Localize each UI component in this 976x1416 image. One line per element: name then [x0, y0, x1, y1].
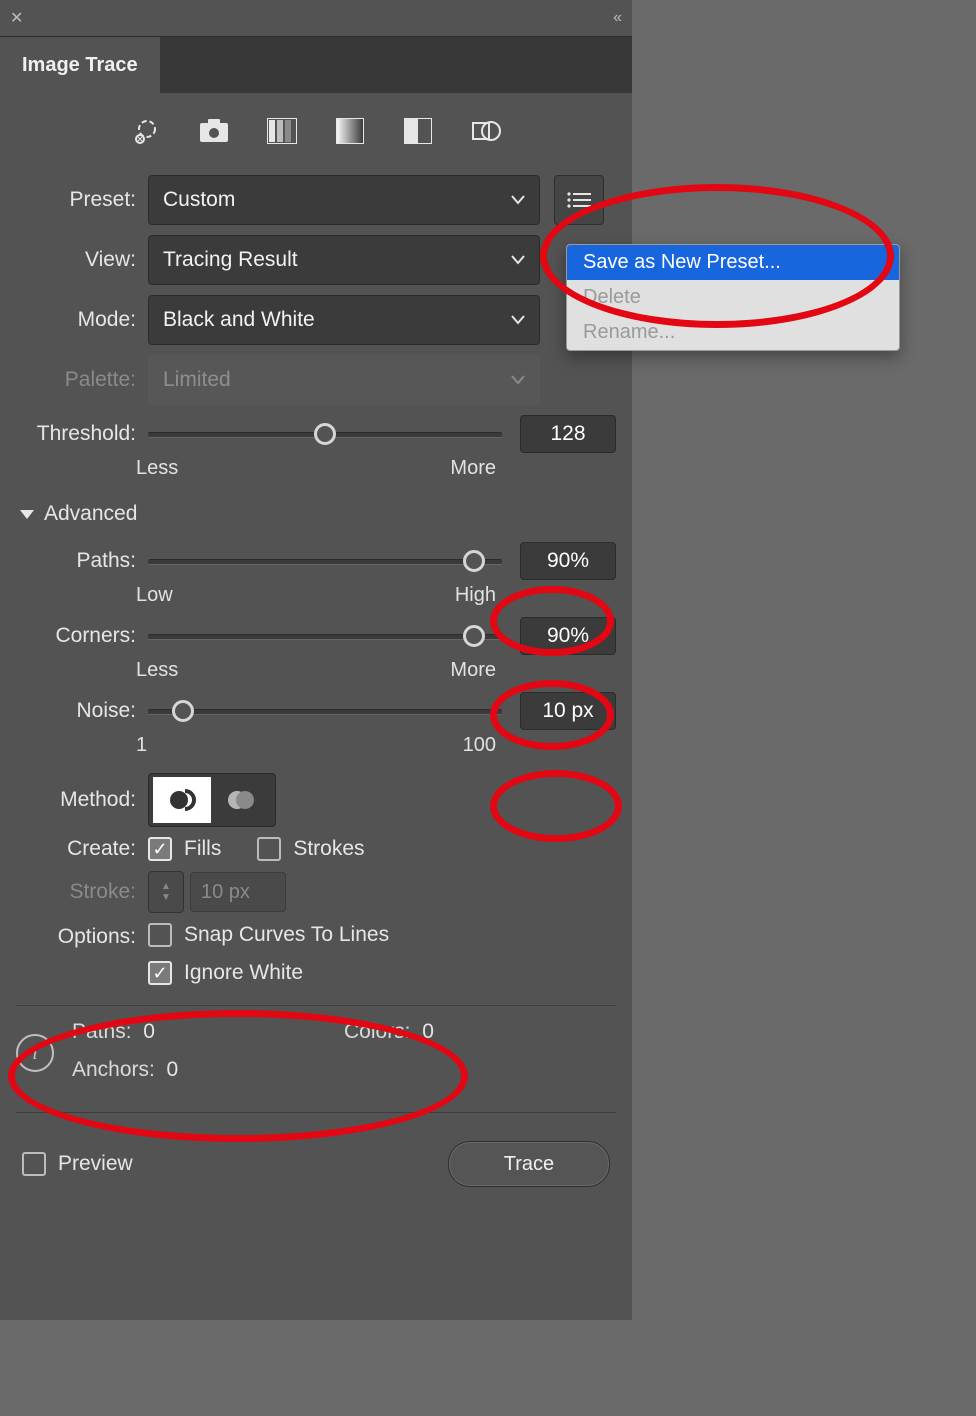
panel-titlebar: ✕ « [0, 0, 632, 36]
corners-label: Corners: [0, 624, 148, 648]
snap-curves-checkbox[interactable] [148, 923, 172, 947]
menu-rename: Rename... [567, 315, 899, 350]
paths-min-label: Low [136, 584, 173, 607]
info-paths-value: 0 [143, 1020, 155, 1043]
mode-select[interactable]: Black and White [148, 295, 540, 345]
options-label: Options: [0, 923, 148, 949]
fills-checkbox[interactable] [148, 837, 172, 861]
view-label: View: [0, 248, 148, 272]
auto-color-icon[interactable] [130, 115, 162, 147]
outline-icon[interactable] [470, 115, 502, 147]
fills-label: Fills [184, 837, 221, 861]
noise-label: Noise: [0, 699, 148, 723]
preview-label: Preview [58, 1152, 133, 1176]
close-icon[interactable]: ✕ [10, 8, 23, 28]
palette-label: Palette: [0, 368, 148, 392]
photo-icon[interactable] [198, 115, 230, 147]
preset-popup-menu: Save as New Preset... Delete Rename... [566, 244, 900, 351]
palette-select: Limited [148, 355, 540, 405]
info-paths-label: Paths: [72, 1020, 132, 1043]
snap-curves-label: Snap Curves To Lines [184, 923, 389, 947]
method-abutting-button[interactable] [153, 777, 211, 823]
chevron-down-icon [511, 255, 525, 265]
method-toggle [148, 773, 276, 827]
ignore-white-label: Ignore White [184, 961, 303, 985]
threshold-max-label: More [450, 457, 496, 480]
method-label: Method: [0, 788, 148, 812]
stepper-arrows-icon: ▲▼ [148, 871, 184, 913]
tab-image-trace[interactable]: Image Trace [0, 37, 160, 93]
info-icon: i [16, 1034, 54, 1072]
corners-min-label: Less [136, 659, 178, 682]
paths-label: Paths: [0, 549, 148, 573]
noise-thumb[interactable] [172, 700, 194, 722]
view-value: Tracing Result [163, 248, 298, 272]
threshold-label: Threshold: [0, 422, 148, 446]
bw-icon[interactable] [402, 115, 434, 147]
info-row: i Paths: 0 Colors: 0 Anchors: 0 [0, 1016, 632, 1092]
threshold-thumb[interactable] [314, 423, 336, 445]
corners-max-label: More [450, 659, 496, 682]
preset-value: Custom [163, 188, 235, 212]
info-anchors-value: 0 [167, 1058, 179, 1081]
mode-label: Mode: [0, 308, 148, 332]
preset-select[interactable]: Custom [148, 175, 540, 225]
chevron-down-icon [511, 195, 525, 205]
threshold-slider[interactable] [148, 422, 502, 446]
noise-value[interactable]: 10 px [520, 692, 616, 730]
gradient-icon[interactable] [334, 115, 366, 147]
paths-value[interactable]: 90% [520, 542, 616, 580]
method-overlapping-button[interactable] [211, 777, 269, 823]
paths-thumb[interactable] [463, 550, 485, 572]
menu-delete: Delete [567, 280, 899, 315]
corners-thumb[interactable] [463, 625, 485, 647]
noise-min-label: 1 [136, 734, 147, 757]
preset-icon-row [0, 93, 632, 165]
strokes-checkbox[interactable] [257, 837, 281, 861]
info-colors-value: 0 [422, 1020, 434, 1043]
caret-down-icon [20, 510, 34, 519]
collapse-icon[interactable]: « [613, 9, 622, 27]
noise-max-label: 100 [463, 734, 496, 757]
noise-slider[interactable] [148, 699, 502, 723]
info-anchors-label: Anchors: [72, 1058, 155, 1081]
trace-button[interactable]: Trace [448, 1141, 610, 1187]
stroke-label: Stroke: [0, 880, 148, 904]
shades-icon[interactable] [266, 115, 298, 147]
paths-slider[interactable] [148, 549, 502, 573]
threshold-min-label: Less [136, 457, 178, 480]
advanced-toggle[interactable]: Advanced [0, 484, 616, 532]
corners-value[interactable]: 90% [520, 617, 616, 655]
create-label: Create: [0, 837, 148, 861]
divider [16, 1112, 616, 1113]
chevron-down-icon [511, 315, 525, 325]
preset-label: Preset: [0, 188, 148, 212]
divider [16, 1005, 616, 1006]
threshold-value[interactable]: 128 [520, 415, 616, 453]
corners-slider[interactable] [148, 624, 502, 648]
info-colors-label: Colors: [344, 1020, 411, 1043]
stroke-value: 10 px [190, 872, 286, 912]
menu-save-as-new-preset[interactable]: Save as New Preset... [567, 245, 899, 280]
tab-bar: Image Trace [0, 36, 632, 93]
image-trace-panel: ✕ « Image Trace [0, 0, 632, 1320]
ignore-white-checkbox[interactable] [148, 961, 172, 985]
stroke-stepper: ▲▼ 10 px [148, 871, 286, 913]
preview-checkbox[interactable] [22, 1152, 46, 1176]
advanced-label: Advanced [44, 502, 137, 526]
mode-value: Black and White [163, 308, 315, 332]
preset-menu-button[interactable] [554, 175, 604, 225]
strokes-label: Strokes [293, 837, 364, 861]
view-select[interactable]: Tracing Result [148, 235, 540, 285]
palette-value: Limited [163, 368, 231, 392]
chevron-down-icon [511, 375, 525, 385]
paths-max-label: High [455, 584, 496, 607]
